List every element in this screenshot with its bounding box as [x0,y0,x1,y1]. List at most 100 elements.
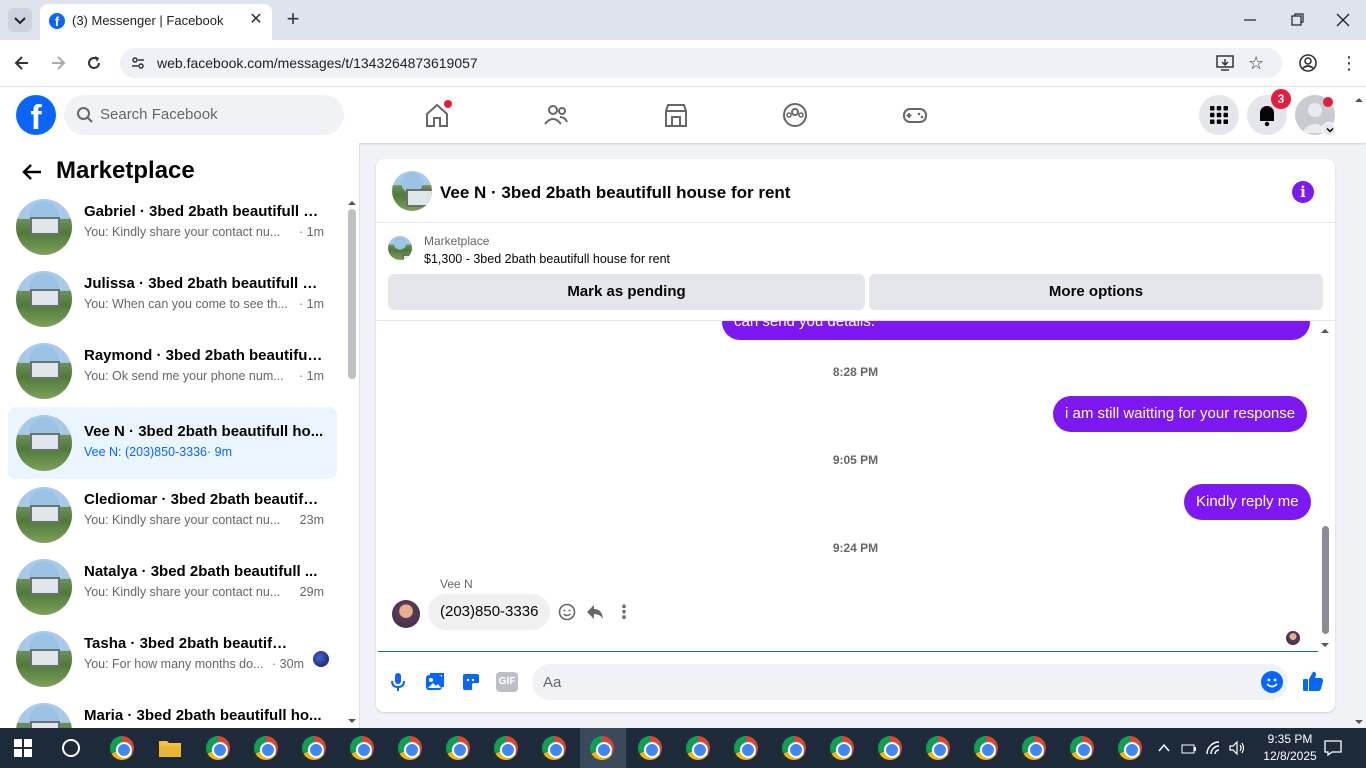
conversation-item-selected[interactable]: Vee N · 3bed 2bath beautifull ho... Vee … [8,407,337,479]
profile-icon[interactable] [1298,53,1318,73]
forward-icon[interactable] [48,53,68,73]
menu-grid-icon[interactable] [1199,95,1239,135]
search-box[interactable]: Search Facebook [64,95,344,135]
chrome-profile-taskbar-icon[interactable] [398,736,422,760]
emoji-icon[interactable] [1261,671,1283,693]
react-icon[interactable] [557,602,577,622]
chat-title[interactable]: Vee N · 3bed 2bath beautifull house for … [440,183,790,203]
conversation-item[interactable]: Maria · 3bed 2bath beautifull ho... [8,699,337,729]
conversation-item[interactable]: Clediomar · 3bed 2bath beautifu... You: … [8,483,337,547]
chrome-taskbar-icon[interactable] [110,736,134,760]
volume-icon[interactable] [1228,740,1246,756]
clock-date[interactable]: 12/8/2025 [1260,749,1320,763]
restore-icon[interactable] [1287,10,1307,30]
chrome-profile-taskbar-icon[interactable] [1070,736,1094,760]
chrome-profile-taskbar-icon[interactable] [926,736,950,760]
outgoing-message[interactable]: Kindly reply me [1184,484,1311,520]
windows-start-icon[interactable] [14,739,32,757]
notification-center-icon[interactable] [1324,739,1342,757]
page-scroll-up-icon[interactable] [1354,92,1364,102]
new-tab-icon[interactable]: + [282,8,304,30]
outgoing-message[interactable]: i am still waitting for your response [1053,396,1308,432]
conversation-item[interactable]: Julissa · 3bed 2bath beautifull h... You… [8,267,337,331]
voice-clip-icon[interactable] [388,671,408,693]
nav-friends-icon[interactable] [543,102,569,128]
more-options-button[interactable]: More options [869,274,1323,310]
preview-time: · 30m [272,657,304,671]
minimize-icon[interactable] [1240,10,1260,30]
conversation-title: Tasha · 3bed 2bath beautifull ... [84,635,294,652]
notifications-bell-icon[interactable]: 3 [1247,89,1291,135]
chrome-profile-taskbar-icon[interactable] [1022,736,1046,760]
chrome-profile-taskbar-icon[interactable] [1118,736,1142,760]
page-scroll-down-icon[interactable] [1354,714,1364,724]
gif-icon[interactable]: GIF [496,672,518,692]
url-bar[interactable]: web.facebook.com/messages/t/134326487361… [120,48,1282,78]
back-arrow-icon[interactable] [20,160,44,184]
chrome-profile-taskbar-icon[interactable] [782,736,806,760]
wifi-icon[interactable] [1205,740,1221,756]
info-icon[interactable]: i [1292,181,1314,203]
chat-avatar[interactable] [392,171,432,211]
incoming-message[interactable]: (203)850-3336 [428,594,551,630]
chrome-profile-taskbar-icon[interactable] [446,736,470,760]
nav-home-icon[interactable] [424,100,452,128]
listing-thumbnail[interactable] [388,236,412,260]
tab-list-dropdown-icon[interactable] [8,8,32,32]
close-tab-icon[interactable]: ✕ [246,10,266,30]
chrome-profile-taskbar-icon[interactable] [542,736,566,760]
conversation-item[interactable]: Tasha · 3bed 2bath beautifull ... You: F… [8,627,337,691]
conversation-item[interactable]: Natalya · 3bed 2bath beautifull ... You:… [8,555,337,619]
back-icon[interactable] [12,53,32,73]
battery-icon[interactable] [1181,742,1197,754]
chrome-profile-taskbar-icon[interactable] [350,736,374,760]
account-chevron-down-icon[interactable] [1322,122,1336,136]
outgoing-message-cutoff[interactable]: can send you details. [722,321,1310,340]
file-explorer-icon[interactable] [158,738,182,758]
chrome-profile-taskbar-icon[interactable] [974,736,998,760]
mark-as-pending-button[interactable]: Mark as pending [388,274,865,310]
chrome-profile-taskbar-icon[interactable] [254,736,278,760]
chrome-profile-taskbar-icon-active[interactable] [590,736,614,760]
reload-icon[interactable] [84,53,104,73]
chrome-profile-taskbar-icon[interactable] [302,736,326,760]
like-thumbs-up-icon[interactable] [1301,669,1325,693]
message-input[interactable]: Aa [543,674,561,691]
chrome-profile-taskbar-icon[interactable] [638,736,662,760]
install-app-icon[interactable] [1216,54,1234,72]
search-input[interactable]: Search Facebook [100,106,218,123]
thread-scroll-down-icon[interactable] [1320,637,1330,647]
list-scroll-down-icon[interactable] [347,713,357,723]
conversation-item[interactable]: Gabriel · 3bed 2bath beautifull h... You… [8,195,337,259]
sticker-icon[interactable] [460,671,482,693]
nav-marketplace-icon[interactable] [663,102,689,128]
attach-photo-icon[interactable] [424,671,446,693]
browser-menu-icon[interactable]: ⋮ [1340,52,1358,74]
message-more-icon[interactable]: ⋮ [614,602,634,622]
chrome-profile-taskbar-icon[interactable] [206,736,230,760]
conversation-item[interactable]: Raymond · 3bed 2bath beautifull... You: … [8,339,337,403]
search-circle-icon[interactable] [62,739,80,757]
reply-icon[interactable] [585,602,605,622]
clock-time[interactable]: 9:35 PM [1260,732,1320,746]
browser-tab-active[interactable]: f (3) Messenger | Facebook ✕ [40,4,272,40]
tray-chevron-up-icon[interactable] [1157,741,1171,755]
nav-groups-icon[interactable] [782,102,808,128]
list-scroll-up-icon[interactable] [347,195,357,205]
thread-scrollbar-thumb[interactable] [1322,526,1329,634]
chrome-profile-taskbar-icon[interactable] [734,736,758,760]
listing-description[interactable]: $1,300 - 3bed 2bath beautifull house for… [424,252,670,266]
close-window-icon[interactable] [1333,10,1353,30]
sender-avatar[interactable] [392,600,420,628]
list-scrollbar-thumb[interactable] [348,209,356,379]
thread-scroll-up-icon[interactable] [1320,323,1330,333]
chrome-profile-taskbar-icon[interactable] [830,736,854,760]
facebook-logo-icon[interactable]: f [16,95,56,135]
site-info-icon[interactable] [130,55,146,71]
chrome-profile-taskbar-icon[interactable] [878,736,902,760]
chrome-profile-taskbar-icon[interactable] [686,736,710,760]
chrome-profile-taskbar-icon[interactable] [494,736,518,760]
nav-gaming-icon[interactable] [902,102,928,128]
message-input-box[interactable]: Aa [532,664,1288,700]
bookmark-star-icon[interactable]: ☆ [1248,53,1268,73]
